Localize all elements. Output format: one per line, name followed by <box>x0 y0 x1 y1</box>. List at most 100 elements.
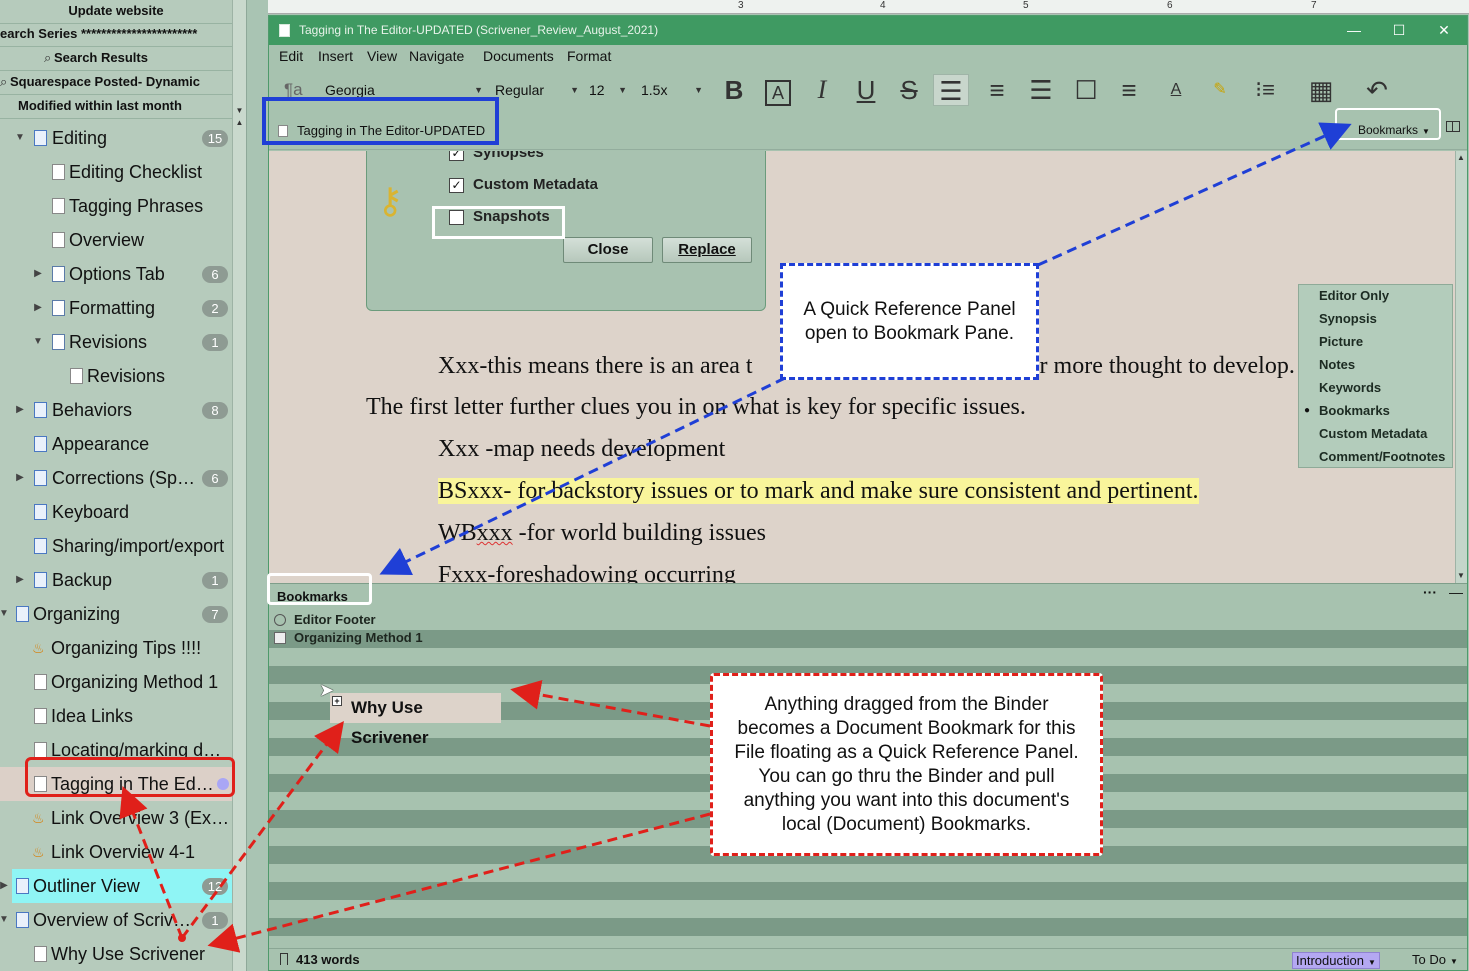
document-icon <box>34 674 47 690</box>
scroll-down-arrow-icon[interactable]: ▼ <box>1457 571 1465 580</box>
search-icon: ⌕ <box>44 50 52 65</box>
chevron-down-icon[interactable]: ▼ <box>0 597 10 631</box>
dragged-bookmark-item[interactable]: + Why Use Scrivener <box>330 693 501 747</box>
collection-update-website[interactable]: Update website <box>0 0 232 24</box>
menu-documents[interactable]: Documents <box>483 45 554 67</box>
menu-format[interactable]: Format <box>567 45 611 67</box>
binder-item-link-overview-3[interactable]: ♨ Link Overview 3 (Exte... <box>0 801 232 835</box>
chevron-down-icon[interactable]: ▼ <box>14 121 26 155</box>
line-spacing-select[interactable]: 1.5x ▼ <box>641 78 703 102</box>
scroll-up-arrow-icon[interactable]: ▲ <box>1457 153 1465 162</box>
binder-item-overview-scrivener[interactable]: ▼ Overview of Scrivener 1 <box>0 903 232 937</box>
binder-item-link-overview-4[interactable]: ♨ Link Overview 4-1 <box>0 835 232 869</box>
bookmark-item[interactable]: Organizing Method 1 <box>274 629 423 647</box>
chevron-right-icon[interactable]: ▶ <box>14 393 26 427</box>
chevron-down-icon[interactable]: ▼ <box>0 903 10 937</box>
binder-item-revisions-child[interactable]: Revisions <box>0 359 232 393</box>
chevron-right-icon[interactable]: ▶ <box>0 869 10 903</box>
list-icon[interactable]: ⁝≡ <box>1247 74 1283 106</box>
chevron-right-icon[interactable]: ▶ <box>14 461 26 495</box>
align-justify-button[interactable]: ☰ <box>1023 74 1059 106</box>
status-select[interactable]: To Do ▼ <box>1412 952 1458 967</box>
undo-icon[interactable]: ↶ <box>1359 74 1395 106</box>
italic-button[interactable]: I <box>804 74 840 106</box>
bookmark-item[interactable]: Editor Footer <box>274 611 376 629</box>
menu-view[interactable]: View <box>367 45 397 67</box>
font-weight-select[interactable]: Regular ▼ <box>495 78 579 102</box>
chevron-right-icon[interactable]: ▶ <box>14 563 26 597</box>
binder-scrollbar[interactable]: ▼ ▲ <box>232 0 246 971</box>
menu-insert[interactable]: Insert <box>318 45 353 67</box>
view-menu-item[interactable]: Comment/Footnotes <box>1319 449 1445 464</box>
binder-item-options-tab[interactable]: ▶ Options Tab 6 <box>0 257 232 291</box>
split-view-icon[interactable] <box>1446 121 1460 132</box>
editor-scrollbar[interactable]: ▲ ▼ <box>1455 151 1467 583</box>
scroll-up-arrow-icon[interactable]: ▲ <box>234 118 245 128</box>
chevron-right-icon[interactable]: ▶ <box>32 257 44 291</box>
binder-item-organizing[interactable]: ▼ Organizing 7 <box>0 597 232 631</box>
binder-item-overview[interactable]: Overview <box>0 223 232 257</box>
strikethrough-button[interactable]: S <box>891 74 927 106</box>
binder-item-revisions[interactable]: ▼ Revisions 1 <box>0 325 232 359</box>
document-icon <box>52 266 65 282</box>
view-menu-item[interactable]: Picture <box>1319 334 1363 349</box>
align-left-button[interactable]: ☰ <box>933 74 969 106</box>
collection-modified[interactable]: Modified within last month <box>0 95 232 119</box>
custom-metadata-checkbox: ✓ <box>449 178 464 193</box>
collapse-icon[interactable]: — <box>1449 584 1463 600</box>
dialog-replace-button: Replace <box>662 237 752 263</box>
collection-search-results[interactable]: ⌕ Search Results <box>0 47 232 71</box>
comment-icon[interactable]: ☐ <box>1068 74 1104 106</box>
menu-edit[interactable]: Edit <box>279 45 303 67</box>
view-menu-item[interactable]: Notes <box>1319 357 1355 372</box>
label-select[interactable]: Introduction ▼ <box>1292 952 1380 969</box>
binder-item-sharing[interactable]: Sharing/import/export <box>0 529 232 563</box>
binder-item-keyboard[interactable]: Keyboard <box>0 495 232 529</box>
binder-item-appearance[interactable]: Appearance <box>0 427 232 461</box>
binder-item-organizing-method[interactable]: Organizing Method 1 <box>0 665 232 699</box>
binder-item-idea-links[interactable]: Idea Links <box>0 699 232 733</box>
align-center-button[interactable]: ≡ <box>979 74 1015 106</box>
binder-item-behaviors[interactable]: ▶ Behaviors 8 <box>0 393 232 427</box>
bold-button[interactable]: B <box>716 74 752 106</box>
bookmark-icon[interactable] <box>280 953 288 965</box>
view-menu-item[interactable]: Synopsis <box>1319 311 1377 326</box>
binder-item-outliner-view[interactable]: ▶ Outliner View 12 <box>0 869 232 903</box>
view-menu-item-selected[interactable]: Bookmarks <box>1319 403 1390 418</box>
more-options-icon[interactable]: ··· <box>1423 584 1437 600</box>
chevron-down-icon[interactable]: ▼ <box>32 325 44 359</box>
binder-item-tagging-phrases[interactable]: Tagging Phrases <box>0 189 232 223</box>
close-button[interactable]: ✕ <box>1429 16 1459 45</box>
collection-label: earch Series *********************** <box>0 26 198 41</box>
annotation-red-box <box>25 757 235 797</box>
binder-item-backup[interactable]: ▶ Backup 1 <box>0 563 232 597</box>
minimize-button[interactable]: — <box>1339 16 1369 45</box>
binder-item-formatting[interactable]: ▶ Formatting 2 <box>0 291 232 325</box>
view-menu-item[interactable]: Custom Metadata <box>1319 426 1427 441</box>
chevron-right-icon[interactable]: ▶ <box>32 291 44 325</box>
binder-item-organizing-tips[interactable]: ♨ Organizing Tips !!!! <box>0 631 232 665</box>
menu-navigate[interactable]: Navigate <box>409 45 464 67</box>
window-titlebar[interactable]: Tagging in The Editor-UPDATED (Scrivener… <box>269 16 1467 45</box>
scroll-down-arrow-icon[interactable]: ▼ <box>234 106 245 116</box>
document-icon <box>52 300 65 316</box>
view-menu-item[interactable]: Keywords <box>1319 380 1381 395</box>
collection-label: Search Results <box>54 50 148 65</box>
collection-squarespace[interactable]: ⌕ Squarespace Posted- Dynamic <box>0 71 232 95</box>
font-size-select[interactable]: 12 ▼ <box>589 78 627 102</box>
view-menu-item[interactable]: Editor Only <box>1319 288 1389 303</box>
binder-item-corrections[interactable]: ▶ Corrections (Spelling... 6 <box>0 461 232 495</box>
binder-item-why-use-scrivener[interactable]: Why Use Scrivener <box>0 937 232 971</box>
binder-item-editing-checklist[interactable]: Editing Checklist <box>0 155 232 189</box>
maximize-button[interactable]: ☐ <box>1384 16 1414 45</box>
highlighter-icon[interactable]: ✎ <box>1202 74 1238 106</box>
binder-item-editing[interactable]: ▼ Editing 15 <box>0 121 232 155</box>
text-color-box-button[interactable]: A <box>760 74 796 106</box>
collection-search-series[interactable]: earch Series *********************** <box>0 23 232 47</box>
table-icon[interactable]: ▦ <box>1303 74 1339 106</box>
font-color-icon[interactable]: A <box>1158 74 1194 106</box>
document-icon <box>52 198 65 214</box>
align-right-button[interactable]: ≡ <box>1111 74 1147 106</box>
ruler[interactable]: 3 4 5 6 7 <box>268 0 1469 14</box>
underline-button[interactable]: U <box>848 74 884 106</box>
